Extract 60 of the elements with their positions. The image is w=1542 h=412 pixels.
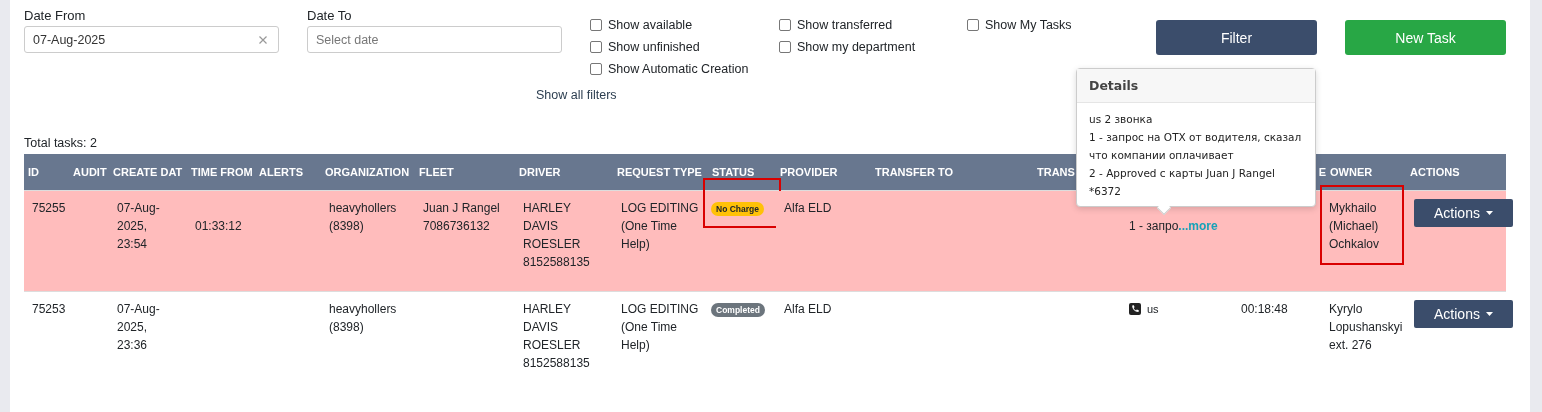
checkbox[interactable] <box>779 40 791 53</box>
status-badge: No Charge <box>711 202 764 216</box>
column-header[interactable]: FLEET <box>419 166 454 178</box>
checkbox[interactable] <box>590 40 602 53</box>
column-header[interactable]: E <box>1318 166 1326 178</box>
table-cell: HARLEY DAVIS ROESLER 8152588135 <box>523 302 590 370</box>
table-cell: 00:18:48 <box>1241 302 1288 316</box>
column-header[interactable]: PROVIDER <box>780 166 838 178</box>
date-field[interactable]: 07-Aug-2025 <box>24 26 279 53</box>
column-header[interactable]: OWNER <box>1330 166 1373 178</box>
table-cell: LOG EDITING (One Time Help) <box>621 201 699 251</box>
phone-icon <box>1129 303 1141 315</box>
table-cell-text: 07-Aug-2025, 23:54 <box>117 200 161 253</box>
actions-button[interactable]: Actions <box>1414 300 1513 328</box>
call-label: us <box>1147 302 1159 317</box>
filter-button[interactable]: Filter <box>1156 20 1317 55</box>
clear-icon[interactable] <box>259 36 267 44</box>
checkbox-label[interactable]: Show available <box>608 17 693 32</box>
status-badge: Completed <box>711 303 765 317</box>
checkbox[interactable] <box>590 18 602 31</box>
field-label: Date From <box>24 8 87 23</box>
table-cell-text: Kyrylo Lopushanskyi ext. 276 <box>1329 301 1404 354</box>
table-cell: heavyhollers (8398) <box>329 201 397 233</box>
table-cell: Alfa ELD <box>784 302 832 316</box>
table-cell-text: 75253 <box>32 301 65 318</box>
show-all-filters-link[interactable]: Show all filters <box>536 88 617 102</box>
table-cell-text: 75255 <box>32 200 65 217</box>
column-header[interactable]: DRIVER <box>519 166 561 178</box>
popover-text: us 2 звонка <box>1089 112 1154 127</box>
date-field[interactable]: Select date <box>307 26 562 53</box>
checkbox-label[interactable]: Show transferred <box>797 17 893 32</box>
checkbox-label[interactable]: Show My Tasks <box>985 17 1072 32</box>
caret-icon <box>1485 211 1493 215</box>
table-cell: Juan J Rangel 7086736132 <box>423 201 500 233</box>
popover-title: Details <box>1077 69 1315 103</box>
table-cell-text: Mykhailo (Michael) Ochkalov <box>1329 200 1381 253</box>
note-text: 1 - запро...more <box>1129 218 1218 235</box>
checkbox[interactable] <box>779 18 791 31</box>
actions-button[interactable]: Actions <box>1414 199 1513 227</box>
checkbox-label[interactable]: Show unfinished <box>608 39 700 54</box>
table-cell: heavyhollers (8398) <box>329 302 397 334</box>
caret-icon <box>1485 312 1493 316</box>
table-cell: LOG EDITING (One Time Help) <box>621 302 699 352</box>
table-cell: HARLEY DAVIS ROESLER 8152588135 <box>523 201 590 269</box>
total-count: Total tasks: 2 <box>24 136 97 150</box>
column-header[interactable]: TRANSFER TO <box>875 166 954 178</box>
table-cell: Alfa ELD <box>784 201 832 215</box>
field-label: Date To <box>307 8 353 23</box>
table-cell-text: 07-Aug-2025, 23:36 <box>117 301 161 354</box>
popover-text: 2 - Approved с карты Juan J Rangel *6372 <box>1089 166 1276 199</box>
column-header[interactable]: TRANS <box>1037 166 1075 178</box>
checkbox[interactable] <box>590 62 602 75</box>
checkbox[interactable] <box>967 18 979 31</box>
checkbox-label[interactable]: Show my department <box>797 39 916 54</box>
new-task-button[interactable]: New Task <box>1345 20 1506 55</box>
popover-text: 1 - запрос на ОТХ от водителя, сказал что компании оплачивает <box>1089 130 1303 163</box>
checkbox-label[interactable]: Show Automatic Creation <box>608 61 749 76</box>
column-header[interactable]: ID <box>28 166 39 178</box>
table-cell-text: 01:33:12 <box>195 218 242 235</box>
column-header[interactable]: ACTIONS <box>1410 166 1460 178</box>
